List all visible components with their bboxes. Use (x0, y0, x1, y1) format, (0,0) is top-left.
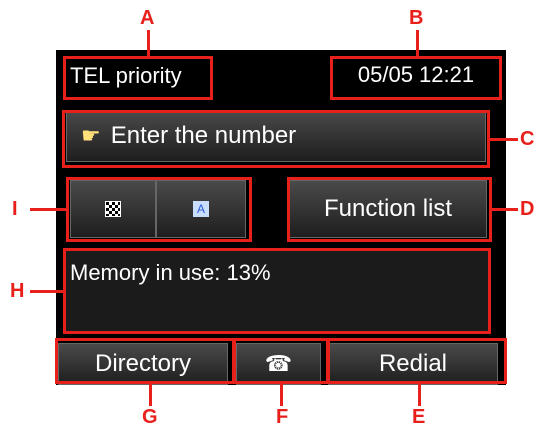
callout-h: H (10, 280, 25, 302)
callout-g-line (149, 384, 152, 406)
callout-i: I (12, 198, 18, 220)
highlight-g (55, 338, 235, 384)
highlight-d (287, 177, 492, 242)
callout-d-line (492, 208, 518, 211)
callout-h-line (30, 290, 63, 293)
callout-e-line (418, 384, 421, 406)
callout-c: C (520, 128, 535, 150)
highlight-b (330, 56, 502, 100)
callout-d: D (520, 198, 535, 220)
callout-g: G (142, 406, 158, 428)
highlight-h (63, 248, 491, 334)
highlight-a (63, 56, 213, 100)
callout-f-line (280, 384, 283, 406)
callout-b-line (416, 30, 419, 56)
highlight-f (233, 338, 329, 384)
callout-a: A (140, 7, 155, 29)
highlight-e (327, 338, 507, 384)
callout-a-line (147, 30, 150, 56)
callout-i-line (30, 208, 66, 211)
callout-b: B (409, 7, 424, 29)
callout-c-line (490, 138, 518, 141)
callout-f: F (276, 406, 289, 428)
highlight-c (62, 110, 490, 168)
callout-e: E (412, 406, 426, 428)
highlight-i (66, 177, 252, 242)
